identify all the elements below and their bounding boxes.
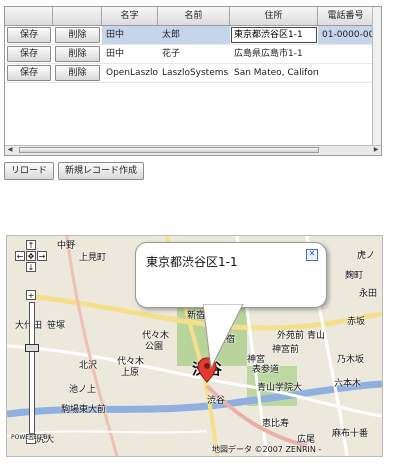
map-label: 乃木坂	[337, 355, 365, 365]
map-label: 麻布十番	[332, 429, 369, 439]
pan-left-icon[interactable]: ←	[15, 251, 25, 261]
info-window[interactable]: 東京都渋谷区1-1 ✕	[135, 242, 327, 308]
table-row[interactable]: 保存 削除 田中 太郎 東京都渋谷区1-1 01-0000-00	[5, 26, 374, 45]
cell-mei[interactable]: LaszloSystems	[158, 64, 230, 82]
table-row[interactable]: 保存 削除 田中 花子 広島県広島市1-1	[5, 45, 374, 64]
cell-mei[interactable]: 花子	[158, 45, 230, 63]
zoom-in-icon[interactable]: +	[26, 290, 36, 300]
horizontal-scrollbar[interactable]: ◀ ▶	[5, 145, 381, 155]
pan-down-icon[interactable]: ↓	[26, 262, 36, 272]
cell-sei[interactable]: 田中	[102, 26, 158, 44]
save-button[interactable]: 保存	[7, 46, 51, 62]
map-label: 公園	[145, 342, 164, 352]
map-label: 青山学院大	[257, 383, 303, 393]
map-label: 麹町	[345, 271, 364, 281]
header-mei[interactable]: 名前	[158, 7, 230, 25]
delete-button[interactable]: 削除	[55, 46, 100, 62]
map-label: 北沢	[79, 361, 98, 371]
header-delete-col	[53, 7, 102, 25]
save-button[interactable]: 保存	[7, 65, 51, 81]
pan-center-icon[interactable]: ✥	[26, 251, 36, 261]
header-phone[interactable]: 電話番号	[318, 7, 374, 25]
delete-button[interactable]: 削除	[55, 27, 100, 43]
map-label: 駒場東大前	[61, 405, 107, 415]
grid-header: 名字 名前 住所 電話番号	[5, 7, 374, 26]
map-label: 神宮前	[272, 345, 300, 355]
map-label: 池ノ上	[69, 385, 97, 395]
cell-phone[interactable]	[318, 64, 374, 82]
cell-phone[interactable]	[318, 45, 374, 63]
header-save-col	[5, 7, 53, 25]
map-label: 上見町	[79, 253, 107, 263]
zoom-slider-thumb[interactable]	[25, 344, 39, 352]
reload-button[interactable]: リロード	[4, 162, 54, 180]
cell-phone[interactable]: 01-0000-00	[318, 26, 374, 44]
info-window-text: 東京都渋谷区1-1	[146, 255, 238, 269]
map-label: 六本木	[334, 379, 362, 389]
vertical-scrollbar[interactable]	[372, 7, 381, 155]
powered-by-text: POWERED BY	[11, 434, 52, 441]
map-label: 中野	[57, 241, 76, 251]
map-label: 青山	[307, 331, 326, 341]
delete-button[interactable]: 削除	[55, 65, 100, 81]
map-label: 赤坂	[347, 317, 366, 327]
header-sei[interactable]: 名字	[102, 7, 158, 25]
header-address[interactable]: 住所	[230, 7, 318, 25]
map-navigation-control: ↑ ← ✥ → ↓ + −	[11, 240, 51, 452]
scroll-right-icon[interactable]: ▶	[371, 146, 381, 154]
scroll-left-icon[interactable]: ◀	[5, 146, 15, 154]
map-label: 渋谷	[207, 396, 226, 406]
pan-up-icon[interactable]: ↑	[26, 240, 36, 250]
info-window-tail	[203, 304, 244, 370]
zoom-slider-track[interactable]	[29, 302, 35, 434]
cell-sei[interactable]: OpenLaszlo	[102, 64, 158, 82]
map-label: 上原	[121, 368, 140, 378]
save-button[interactable]: 保存	[7, 27, 51, 43]
pan-right-icon[interactable]: →	[37, 251, 47, 261]
new-record-button[interactable]: 新規レコード作成	[58, 162, 144, 180]
address-edit-field[interactable]: 東京都渋谷区1-1	[231, 27, 317, 43]
map-label: 外苑前	[277, 331, 305, 341]
map-view[interactable]: 中野 上見町 笹塚 大代田 代々木 公園 代々木 上原 北沢 池ノ上 駒場東大前…	[6, 235, 383, 457]
records-grid: 名字 名前 住所 電話番号 保存 削除 田中 太郎 東京都渋谷区1-1 01-0…	[4, 6, 382, 156]
cell-address[interactable]: 広島県広島市1-1	[230, 45, 318, 63]
map-label: 恵比寿	[262, 419, 290, 429]
close-icon[interactable]: ✕	[306, 249, 318, 261]
map-copyright: 地図データ ©2007 ZENRIN -	[212, 445, 322, 454]
map-label: 虎ノ	[357, 251, 376, 261]
scroll-thumb[interactable]	[19, 147, 319, 153]
table-row[interactable]: 保存 削除 OpenLaszlo LaszloSystems San Mateo…	[5, 64, 374, 83]
cell-mei[interactable]: 太郎	[158, 26, 230, 44]
cell-address[interactable]: San Mateo, Californ	[230, 64, 318, 82]
map-label: 永田	[359, 289, 378, 299]
cell-sei[interactable]: 田中	[102, 45, 158, 63]
